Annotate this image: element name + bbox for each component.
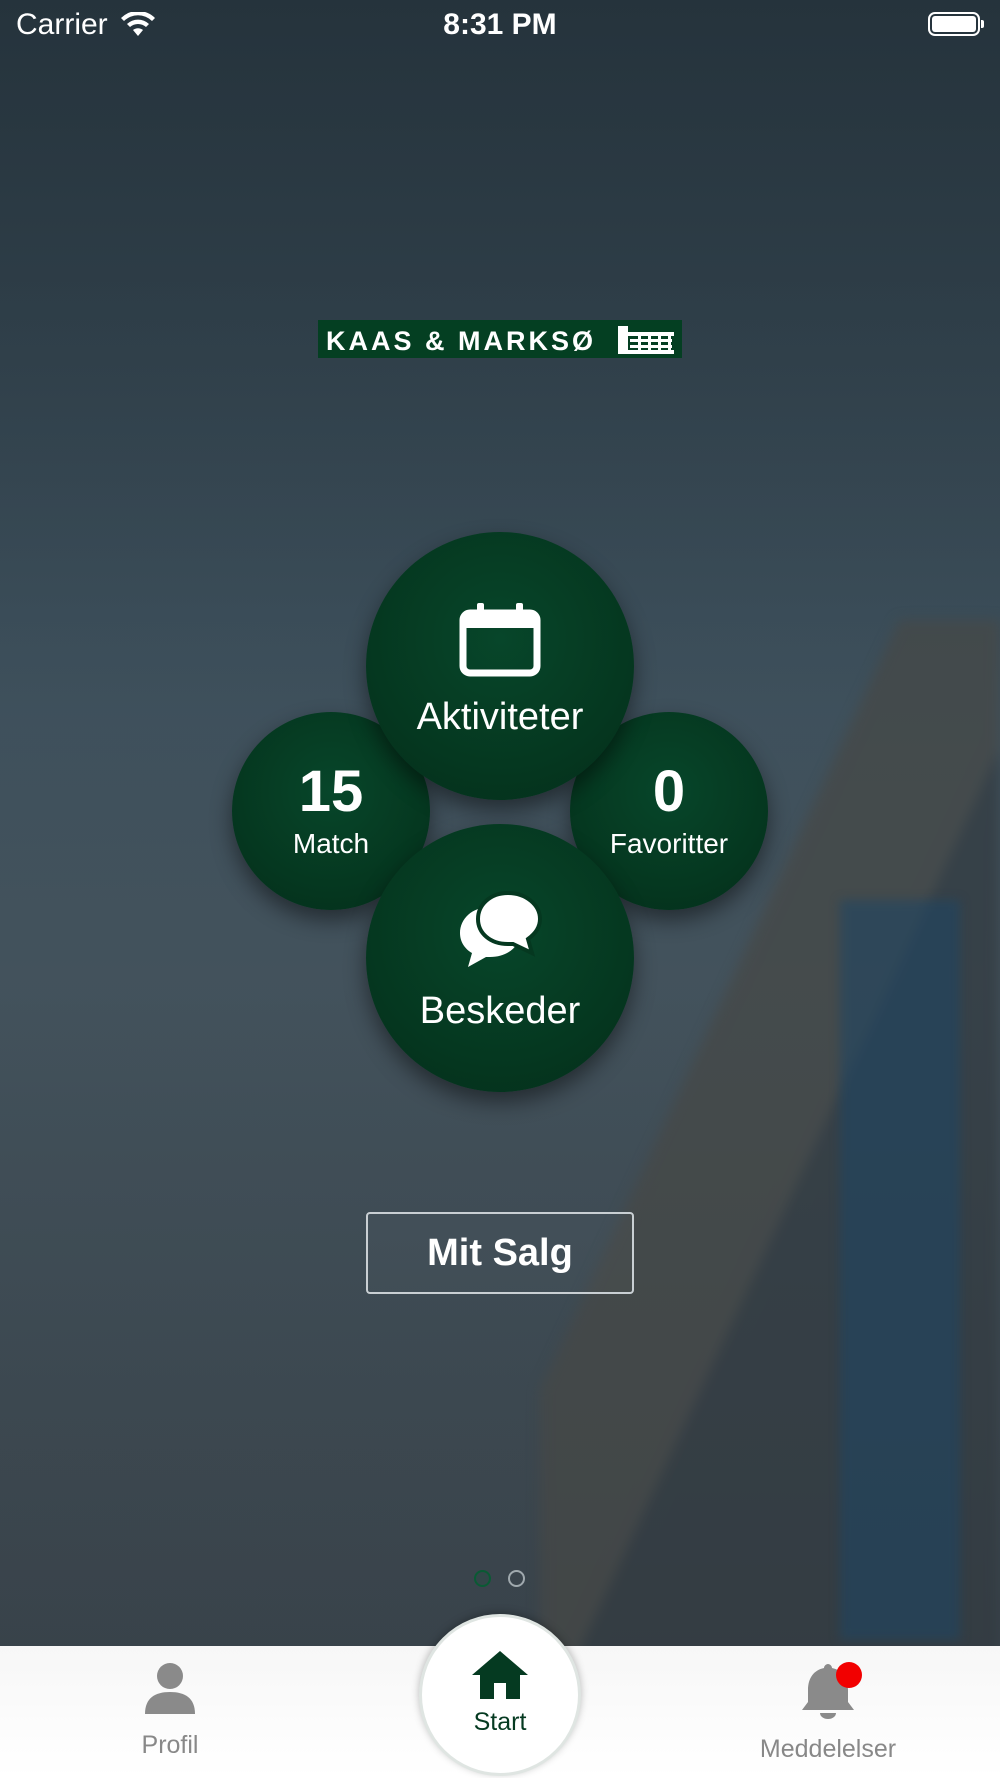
tab-start[interactable]: Start [419,1614,581,1776]
background-window [840,900,960,1640]
tab-start-label: Start [473,1708,527,1736]
match-count: 15 [298,759,364,824]
page-dot-2[interactable] [508,1570,525,1587]
messages-button[interactable]: Beskeder [366,824,634,1092]
home-icon [422,1649,578,1708]
logo-building-icon [618,326,674,359]
page-dot-1[interactable] [474,1570,491,1587]
messages-label: Beskeder [419,990,581,1032]
bell-icon [800,1664,856,1726]
activities-label: Aktiviteter [416,696,584,738]
notification-badge [836,1662,862,1688]
tab-profil-label: Profil [141,1731,199,1759]
person-icon [143,1663,197,1722]
activities-button[interactable]: Aktiviteter [366,532,634,800]
kaas-marksoe-logo: KAAS & MARKSØ [318,320,682,358]
logo-text: KAAS & MARKSØ [326,326,597,356]
tab-profil[interactable]: Profil [100,1662,240,1760]
tab-meddelelser-label: Meddelelser [759,1735,897,1763]
mit-salg-button[interactable]: Mit Salg [366,1212,634,1294]
calendar-icon [459,603,541,682]
chat-bubbles-icon [458,889,543,976]
favorites-count: 0 [652,759,686,824]
tab-meddelelser[interactable]: Meddelelser [740,1662,916,1764]
status-bar: Carrier 8:31 PM [0,0,1000,52]
battery-icon [928,12,984,36]
favorites-label: Favoritter [609,828,729,859]
clock: 8:31 PM [443,8,557,41]
match-label: Match [292,828,370,859]
